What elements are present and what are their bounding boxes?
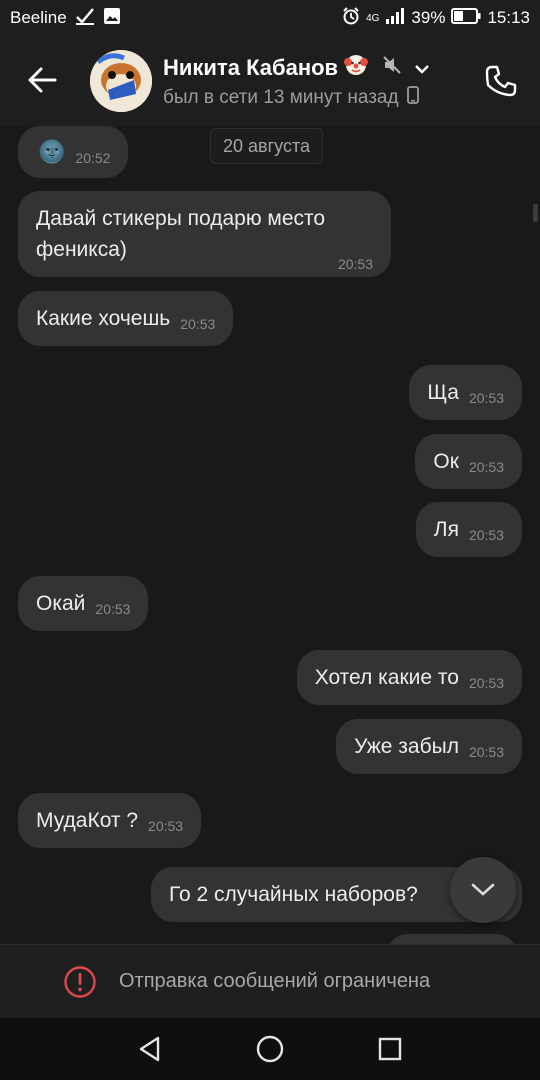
message-bubble-outgoing[interactable]: Хотел какие то 20:53	[296, 650, 522, 705]
message-time: 20:53	[337, 256, 373, 272]
message-time: 20:53	[468, 390, 504, 406]
back-button[interactable]	[22, 60, 62, 100]
circle-home-icon	[256, 1035, 284, 1063]
message-text: Уже забыл	[354, 735, 459, 758]
battery-icon	[451, 7, 481, 29]
avatar[interactable]	[90, 50, 152, 112]
message-bubble-outgoing-partial[interactable]	[386, 934, 518, 944]
message-bubble-incoming[interactable]: 🌚 20:52	[18, 126, 129, 178]
message-bubble-outgoing[interactable]: Ля 20:53	[415, 502, 522, 557]
chat-header: Никита Кабанов был в сети 13 минут назад	[0, 36, 540, 126]
message-bubble-incoming[interactable]: Давай стикеры подарю место феникса) 20:53	[18, 191, 391, 277]
message-bubble-incoming[interactable]: Какие хочешь 20:53	[18, 291, 234, 346]
last-seen-status: был в сети 13 минут назад	[163, 87, 399, 108]
nav-recents-button[interactable]	[368, 1027, 412, 1071]
message-text: МудаКот ?	[36, 809, 139, 832]
square-recents-icon	[378, 1037, 402, 1061]
message-text: Какие хочешь	[36, 307, 171, 330]
message-bubble-incoming[interactable]: МудаКот ? 20:53	[18, 793, 202, 848]
message-text: Давай стикеры подарю место	[36, 207, 326, 230]
message-time: 20:53	[468, 459, 504, 475]
clock: 15:13	[487, 8, 530, 27]
message-list[interactable]: 20 августа 🌚 20:52 Давай стикеры подарю м…	[0, 126, 540, 944]
message-time: 20:53	[468, 527, 504, 543]
message-emoji: 🌚	[38, 139, 66, 164]
call-button[interactable]	[478, 58, 524, 104]
messaging-restricted-bar: Отправка сообщений ограничена	[0, 944, 540, 1018]
triangle-back-icon	[139, 1036, 160, 1062]
alarm-icon	[342, 6, 360, 30]
nav-home-button[interactable]	[248, 1027, 292, 1071]
message-text: Хотел какие то	[314, 666, 459, 689]
arrow-left-icon	[28, 67, 57, 93]
muted-speaker-icon	[382, 55, 402, 81]
carrier-label: Beeline	[10, 8, 67, 27]
checkmark-icon	[75, 7, 95, 30]
message-bubble-outgoing[interactable]: Уже забыл 20:53	[336, 719, 522, 774]
chevron-down-icon[interactable]	[414, 55, 430, 81]
battery-percent: 39%	[411, 8, 446, 27]
clown-emoji-icon	[344, 53, 369, 83]
image-icon	[103, 7, 121, 30]
message-time: 20:53	[180, 316, 216, 332]
message-bubble-outgoing[interactable]: Ок 20:53	[415, 434, 522, 489]
message-text: Ок	[433, 450, 459, 473]
message-text: Ща	[427, 381, 459, 404]
message-time: 20:53	[95, 601, 131, 617]
status-bar: Beeline 4G 39% 15:13	[0, 0, 540, 36]
scroll-to-bottom-button[interactable]	[450, 857, 516, 923]
message-bubble-outgoing[interactable]: Ща 20:53	[409, 365, 522, 420]
contact-name[interactable]: Никита Кабанов	[163, 55, 338, 81]
restriction-text: Отправка сообщений ограничена	[119, 970, 431, 992]
warning-circle-icon	[63, 965, 97, 999]
mobile-phone-icon	[406, 86, 419, 110]
date-separator: 20 августа	[210, 128, 324, 164]
message-time: 20:52	[75, 150, 111, 166]
network-type: 4G	[366, 12, 380, 24]
message-text: Ля	[433, 518, 459, 541]
signal-icon	[385, 7, 405, 29]
system-navigation-bar	[0, 1018, 540, 1080]
message-text: Го 2 случайных наборов?	[169, 883, 418, 906]
scrollbar[interactable]	[533, 204, 538, 222]
message-text-line2: феникса)	[36, 238, 127, 261]
message-time: 20:53	[468, 675, 504, 691]
chevron-down-icon	[471, 883, 495, 896]
message-text: Окай	[36, 592, 86, 615]
phone-icon	[485, 65, 517, 97]
nav-back-button[interactable]	[128, 1027, 172, 1071]
message-time: 20:53	[468, 744, 504, 760]
message-bubble-incoming[interactable]: Окай 20:53	[18, 576, 149, 631]
message-time: 20:53	[148, 818, 184, 834]
